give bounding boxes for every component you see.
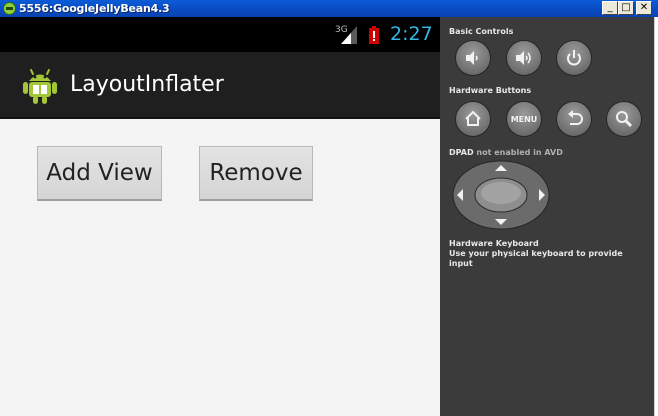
window-controls: _ □ ✕ (602, 1, 652, 15)
hardware-buttons-label: Hardware Buttons (449, 86, 532, 95)
status-bar: 3G 2:27 (0, 17, 440, 52)
home-icon (465, 110, 481, 126)
window-title: 5556:GoogleJellyBean4.3 (19, 2, 170, 15)
search-button[interactable] (606, 101, 642, 137)
emulator-app-icon (3, 2, 16, 15)
maximize-button[interactable]: □ (618, 1, 634, 15)
dpad-control[interactable] (451, 160, 551, 230)
dpad-label-text: DPAD (449, 148, 474, 157)
status-clock: 2:27 (390, 23, 433, 45)
android-robot-icon[interactable] (22, 66, 58, 104)
hardware-keyboard-hint: Use your physical keyboard to provide in… (449, 249, 623, 268)
dpad-note: not enabled in AVD (476, 148, 563, 157)
action-bar: LayoutInflater (0, 52, 440, 119)
back-arrow-icon (568, 110, 583, 125)
power-button[interactable] (556, 40, 592, 76)
back-button[interactable] (556, 101, 592, 137)
hardware-keyboard-title: Hardware Keyboard (449, 239, 539, 248)
minimize-button[interactable]: _ (602, 1, 618, 15)
emulator-controls-panel: Basic Controls Hardware Buttons MENU DPA… (440, 17, 654, 416)
dpad-label: DPAD not enabled in AVD (449, 148, 563, 157)
volume-down-icon (466, 51, 478, 65)
menu-button-label: MENU (510, 114, 538, 124)
search-icon (616, 111, 633, 128)
android-screen: 3G 2:27 LayoutInflater Add View Remove (0, 17, 440, 416)
volume-up-icon (516, 51, 531, 65)
volume-up-button[interactable] (506, 40, 542, 76)
add-view-button[interactable]: Add View (37, 146, 162, 201)
background-window-strip (654, 17, 658, 416)
signal-strength-icon (341, 26, 357, 44)
remove-button[interactable]: Remove (199, 146, 313, 201)
basic-controls-label: Basic Controls (449, 27, 514, 36)
window-title-bar[interactable]: 5556:GoogleJellyBean4.3 _ □ ✕ (0, 0, 658, 17)
volume-down-button[interactable] (455, 40, 491, 76)
close-button[interactable]: ✕ (636, 1, 652, 15)
power-icon (567, 50, 581, 66)
menu-button[interactable]: MENU (506, 101, 542, 137)
home-button[interactable] (455, 101, 491, 137)
main-content: Add View Remove (0, 119, 440, 416)
hardware-keyboard-info: Hardware Keyboard Use your physical keyb… (449, 239, 649, 269)
battery-icon (369, 26, 379, 44)
app-title: LayoutInflater (70, 72, 224, 97)
